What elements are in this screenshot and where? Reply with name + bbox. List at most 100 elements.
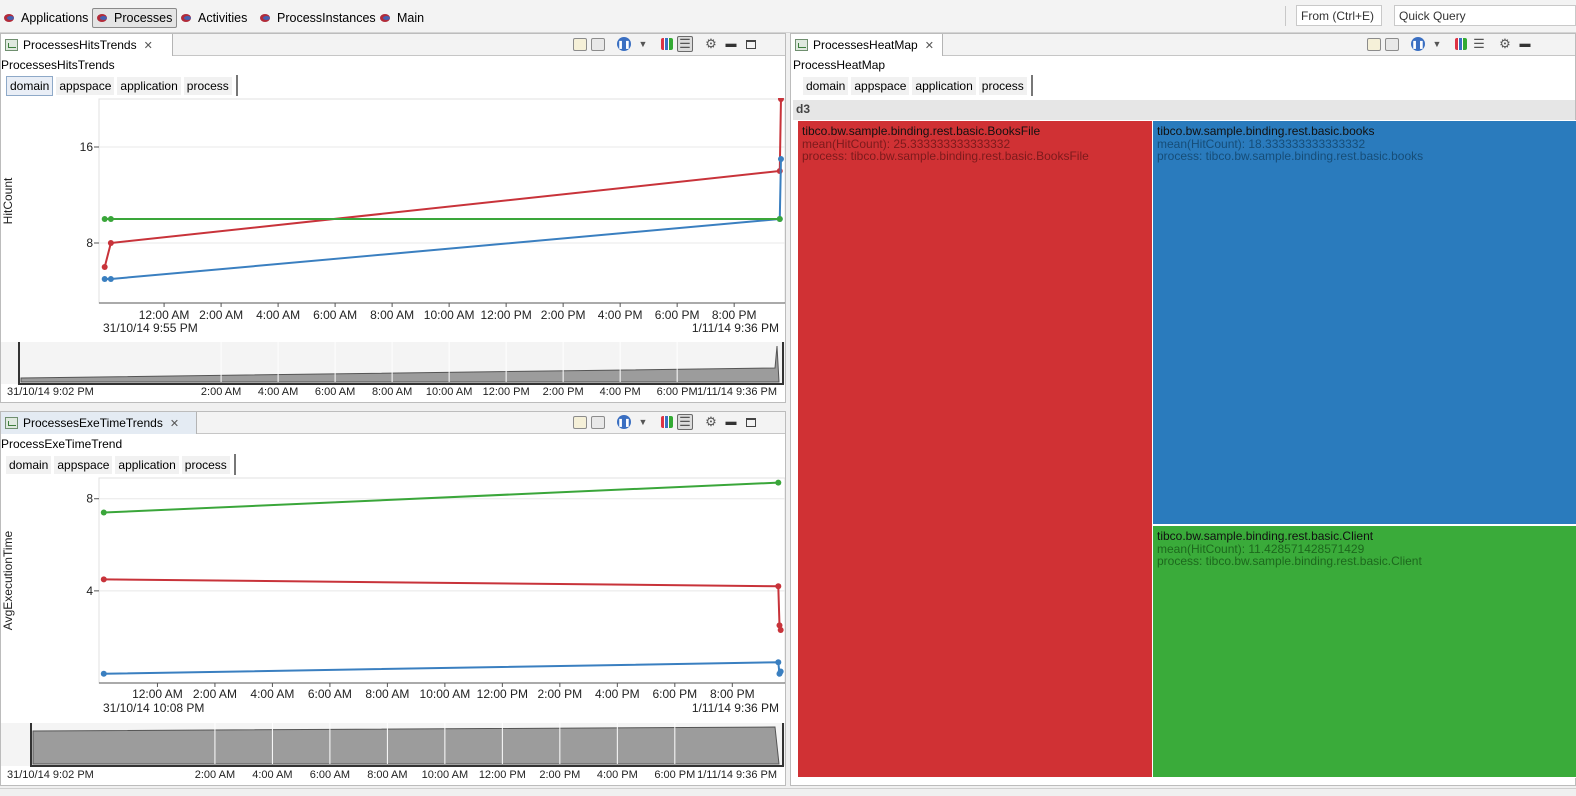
copy-icon[interactable] [591,415,605,429]
dimension-application[interactable]: application [117,76,181,95]
pause-icon[interactable]: ❚❚ [1411,37,1425,51]
x-tick-label: 2:00 PM [541,308,586,322]
x-tick-label: 6:00 PM [652,687,697,701]
from-input[interactable]: From (Ctrl+E) [1296,5,1382,26]
timeline-toggle-icon[interactable]: ☰ [677,414,693,430]
gear-icon[interactable]: ⚙ [703,36,719,52]
pause-icon[interactable]: ❚❚ [617,415,631,429]
data-point [775,479,782,486]
x-tick-label: 6:00 PM [655,308,700,322]
dimension-domain[interactable]: domain [803,76,849,95]
dimension-domain[interactable]: domain [6,455,52,474]
data-point [107,216,114,222]
copy-icon[interactable] [1385,37,1399,51]
timeline-toggle-icon[interactable]: ☰ [1471,36,1487,52]
edit-icon[interactable] [573,37,587,51]
x-tick-label: 12:00 PM [477,687,528,701]
overview-tick-label: 4:00 AM [252,769,292,781]
dimension-appspace[interactable]: appspace [54,455,113,474]
x-start-label: 31/10/14 10:08 PM [103,701,204,715]
x-tick-label: 8:00 PM [710,687,755,701]
x-tick-label: 2:00 PM [537,687,582,701]
maximize-icon[interactable] [743,36,759,52]
chevron-down-icon[interactable]: ▼ [1429,36,1445,52]
dimension-process[interactable]: process [183,76,232,95]
treemap-cell-booksfile[interactable]: tibco.bw.sample.binding.rest.basic.Books… [797,120,1154,778]
x-end-label: 1/11/14 9:36 PM [692,701,779,715]
overview-tick-label: 10:00 AM [426,386,472,398]
overview-tick-label: 4:00 AM [258,386,298,398]
tab-processesexetimetrends[interactable]: ProcessesExeTimeTrends ✕ [1,412,197,434]
overview-tick-label: 10:00 AM [422,769,468,781]
gear-icon[interactable]: ⚙ [703,414,719,430]
timeline-toggle-icon[interactable]: ☰ [677,36,693,52]
dimension-application[interactable]: application [115,455,179,474]
plot-area [98,98,786,304]
minimize-icon[interactable]: ▬ [723,414,739,430]
color-grid-icon[interactable] [1455,38,1467,50]
view-tab-row: ProcessesHeatMap ✕ ❚❚ ▼ ☰ ⚙ ▬ [791,34,1575,56]
copy-icon[interactable] [591,37,605,51]
tab-label: ProcessesExeTimeTrends [23,416,163,430]
perspective-icon [181,13,194,23]
dimension-application[interactable]: application [912,76,976,95]
view-title: ProcessExeTimeTrend [1,437,123,451]
perspective-processes[interactable]: Processes [92,8,178,28]
chevron-down-icon[interactable]: ▼ [635,414,651,430]
x-tick-label: 4:00 PM [595,687,640,701]
treemap-cell-books[interactable]: tibco.bw.sample.binding.rest.basic.books… [1152,120,1576,525]
maximize-icon[interactable] [743,414,759,430]
dimension-appspace[interactable]: appspace [56,76,115,95]
dimension-appspace[interactable]: appspace [851,76,910,95]
minimize-icon[interactable]: ▬ [723,36,739,52]
y-tick-label: 8 [86,236,93,250]
close-icon[interactable]: ✕ [925,39,934,52]
data-point [107,240,114,246]
chevron-down-icon[interactable]: ▼ [635,36,651,52]
edit-icon[interactable] [1367,37,1381,51]
x-tick-label: 10:00 AM [420,687,471,701]
dimension-process[interactable]: process [181,455,230,474]
dimension-process[interactable]: process [978,76,1027,95]
perspective-label: Activities [198,11,248,25]
perspective-applications[interactable]: Applications [0,8,92,28]
color-grid-icon[interactable] [661,416,673,428]
gear-icon[interactable]: ⚙ [1497,36,1513,52]
cell-process: process: tibco.bw.sample.binding.rest.ba… [1157,554,1422,568]
treemap-root-label: d3 [796,102,811,116]
perspective-icon [260,13,273,23]
cell-process: process: tibco.bw.sample.binding.rest.ba… [802,149,1089,163]
overview-tick-label: 6:00 AM [315,386,355,398]
data-point [777,668,784,675]
dimension-bar: domain appspace application process [6,75,238,96]
color-grid-icon[interactable] [661,38,673,50]
dimension-domain[interactable]: domain [6,75,54,96]
perspective-activities[interactable]: Activities [177,8,251,28]
hits-line-chart: 8 16 HitCount 12:00 AM 2:00 AM 4:00 AM 6:00 AM… [1,96,786,398]
cell-process: process: tibco.bw.sample.binding.rest.ba… [1157,149,1424,163]
treemap-cell-client[interactable]: tibco.bw.sample.binding.rest.basic.Clien… [1152,525,1576,778]
hits-chart-container: 8 16 HitCount 12:00 AM 2:00 AM 4:00 AM 6:00 AM… [1,96,786,405]
close-icon[interactable]: ✕ [170,417,179,430]
overview-tick-label: 2:00 PM [539,769,580,781]
data-point [100,670,107,677]
minimize-icon[interactable]: ▬ [1517,36,1533,52]
status-bar [0,788,1576,796]
x-tick-label: 4:00 AM [250,687,294,701]
view-tab-row: ProcessesHitsTrends ✕ ❚❚ ▼ ☰ ⚙ ▬ [1,34,785,56]
overview-tick-label: 6:00 AM [310,769,350,781]
quick-query-input[interactable]: Quick Query [1394,5,1576,26]
overview-tick-label: 6:00 PM [654,769,695,781]
close-icon[interactable]: ✕ [144,39,153,52]
chart-view-icon [795,39,808,51]
pause-icon[interactable]: ❚❚ [617,37,631,51]
tab-processeshitstrends[interactable]: ProcessesHitsTrends ✕ [1,34,173,56]
edit-icon[interactable] [573,415,587,429]
perspective-label: ProcessInstances [277,11,376,25]
perspective-label: Applications [21,11,89,25]
perspective-main[interactable]: Main [376,8,428,28]
x-tick-label: 12:00 AM [139,308,190,322]
perspective-processinstances[interactable]: ProcessInstances [256,8,380,28]
tab-processesheatmap[interactable]: ProcessesHeatMap ✕ [791,34,943,56]
y-axis-label: HitCount [1,177,15,224]
